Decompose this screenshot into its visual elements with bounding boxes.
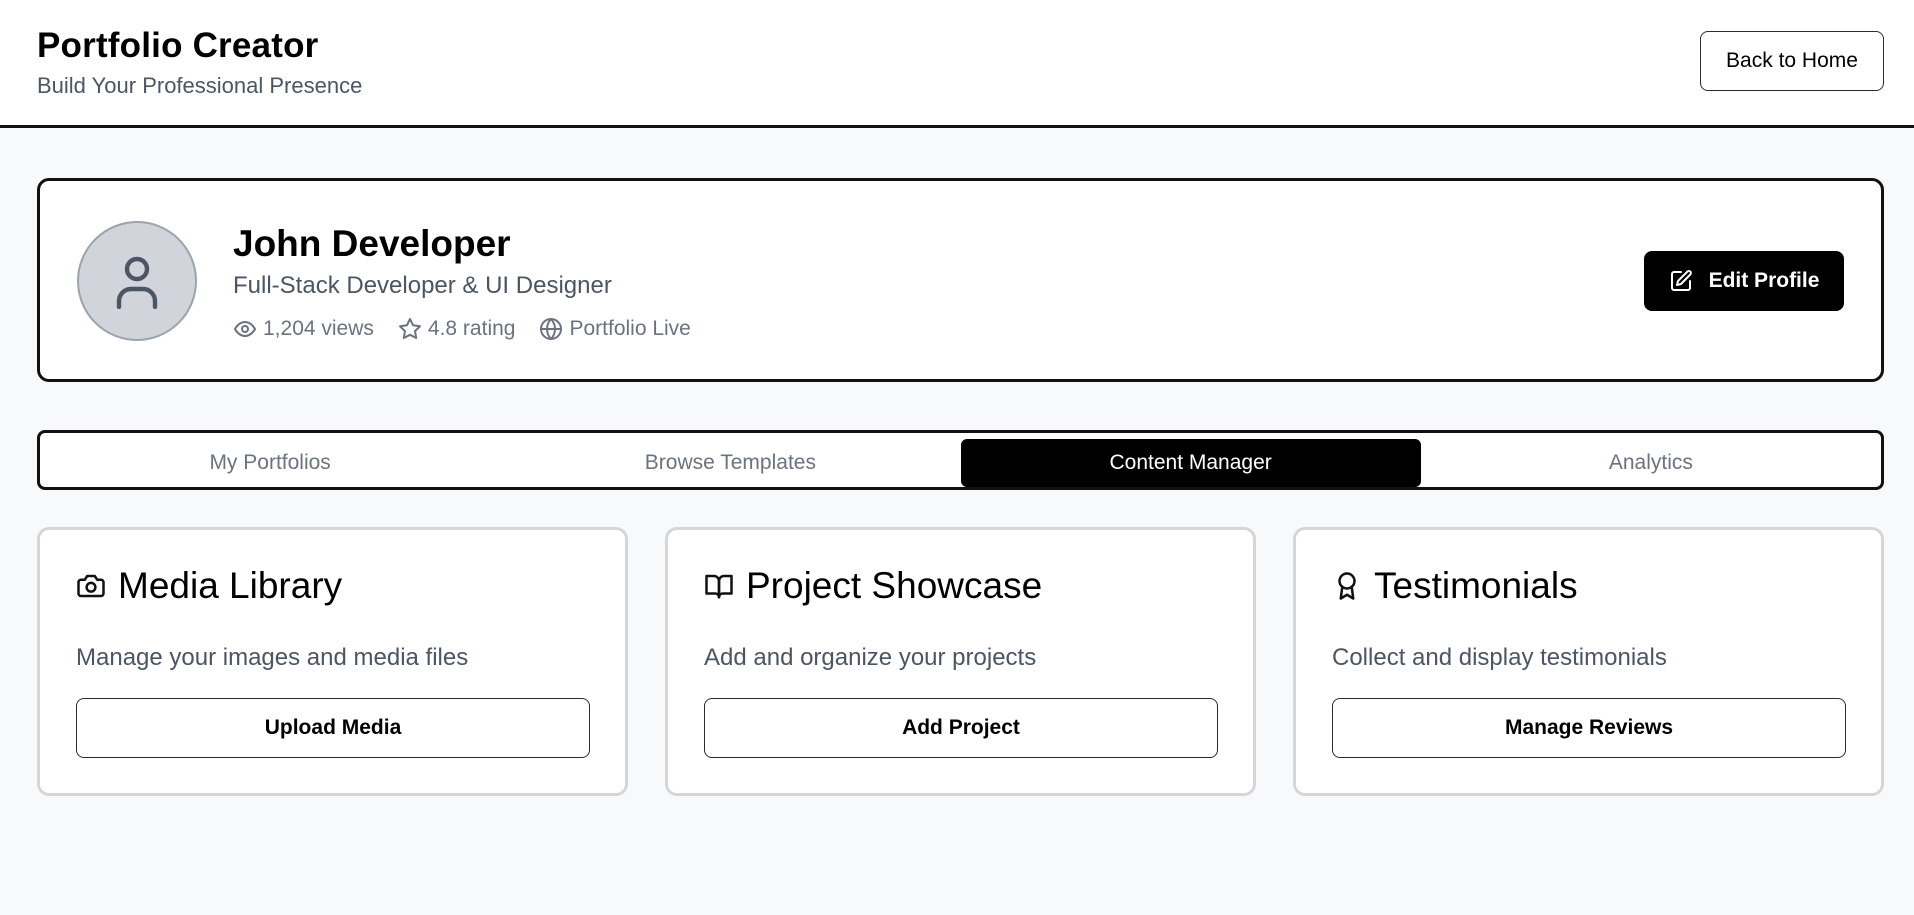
edit-profile-button[interactable]: Edit Profile [1644,251,1844,311]
tab-bar: My Portfolios Browse Templates Content M… [37,430,1884,490]
card-title-text: Project Showcase [746,565,1043,606]
content-cards: Media Library Manage your images and med… [37,527,1884,796]
star-icon [398,318,421,339]
tab-browse-templates[interactable]: Browse Templates [500,439,960,487]
profile-role: Full-Stack Developer & UI Designer [233,272,612,299]
rating-stat: 4.8 rating [398,317,516,341]
views-count: 1,204 views [263,317,374,340]
app-title: Portfolio Creator [37,26,319,65]
upload-media-button[interactable]: Upload Media [76,698,590,758]
rating-value: 4.8 rating [427,317,516,340]
globe-icon [540,318,563,340]
user-icon [116,256,158,309]
edit-profile-label: Edit Profile [1708,269,1820,292]
card-title: Media Library [76,565,342,607]
card-description: Manage your images and media files [76,644,469,671]
portfolio-status: Portfolio Live [569,317,691,340]
profile-card: John Developer Full-Stack Developer & UI… [37,178,1884,382]
book-open-icon [705,574,733,599]
back-to-home-button[interactable]: Back to Home [1700,31,1884,91]
card-title-text: Media Library [118,565,343,606]
profile-name: John Developer [233,223,511,264]
eye-icon [234,321,256,337]
edit-icon [1670,270,1692,291]
project-showcase-card: Project Showcase Add and organize your p… [665,527,1256,796]
manage-reviews-button[interactable]: Manage Reviews [1332,698,1846,758]
card-description: Collect and display testimonials [1332,644,1667,671]
status-stat: Portfolio Live [539,317,691,341]
tab-my-portfolios[interactable]: My Portfolios [40,439,500,487]
views-stat: 1,204 views [233,317,374,341]
media-library-card: Media Library Manage your images and med… [37,527,628,796]
app-subtitle: Build Your Professional Presence [37,73,363,98]
card-description: Add and organize your projects [704,644,1037,671]
add-project-button[interactable]: Add Project [704,698,1218,758]
app-header: Portfolio Creator Build Your Professiona… [0,0,1914,128]
card-title: Testimonials [1332,565,1578,607]
card-title-text: Testimonials [1374,565,1578,606]
profile-stats: 1,204 views 4.8 rating Portfolio Live [233,317,691,341]
tab-analytics[interactable]: Analytics [1421,439,1881,487]
testimonials-card: Testimonials Collect and display testimo… [1293,527,1884,796]
tab-content-manager[interactable]: Content Manager [960,439,1421,487]
avatar [77,221,197,341]
card-title: Project Showcase [704,565,1042,607]
camera-icon [77,574,105,598]
award-icon [1338,572,1356,600]
